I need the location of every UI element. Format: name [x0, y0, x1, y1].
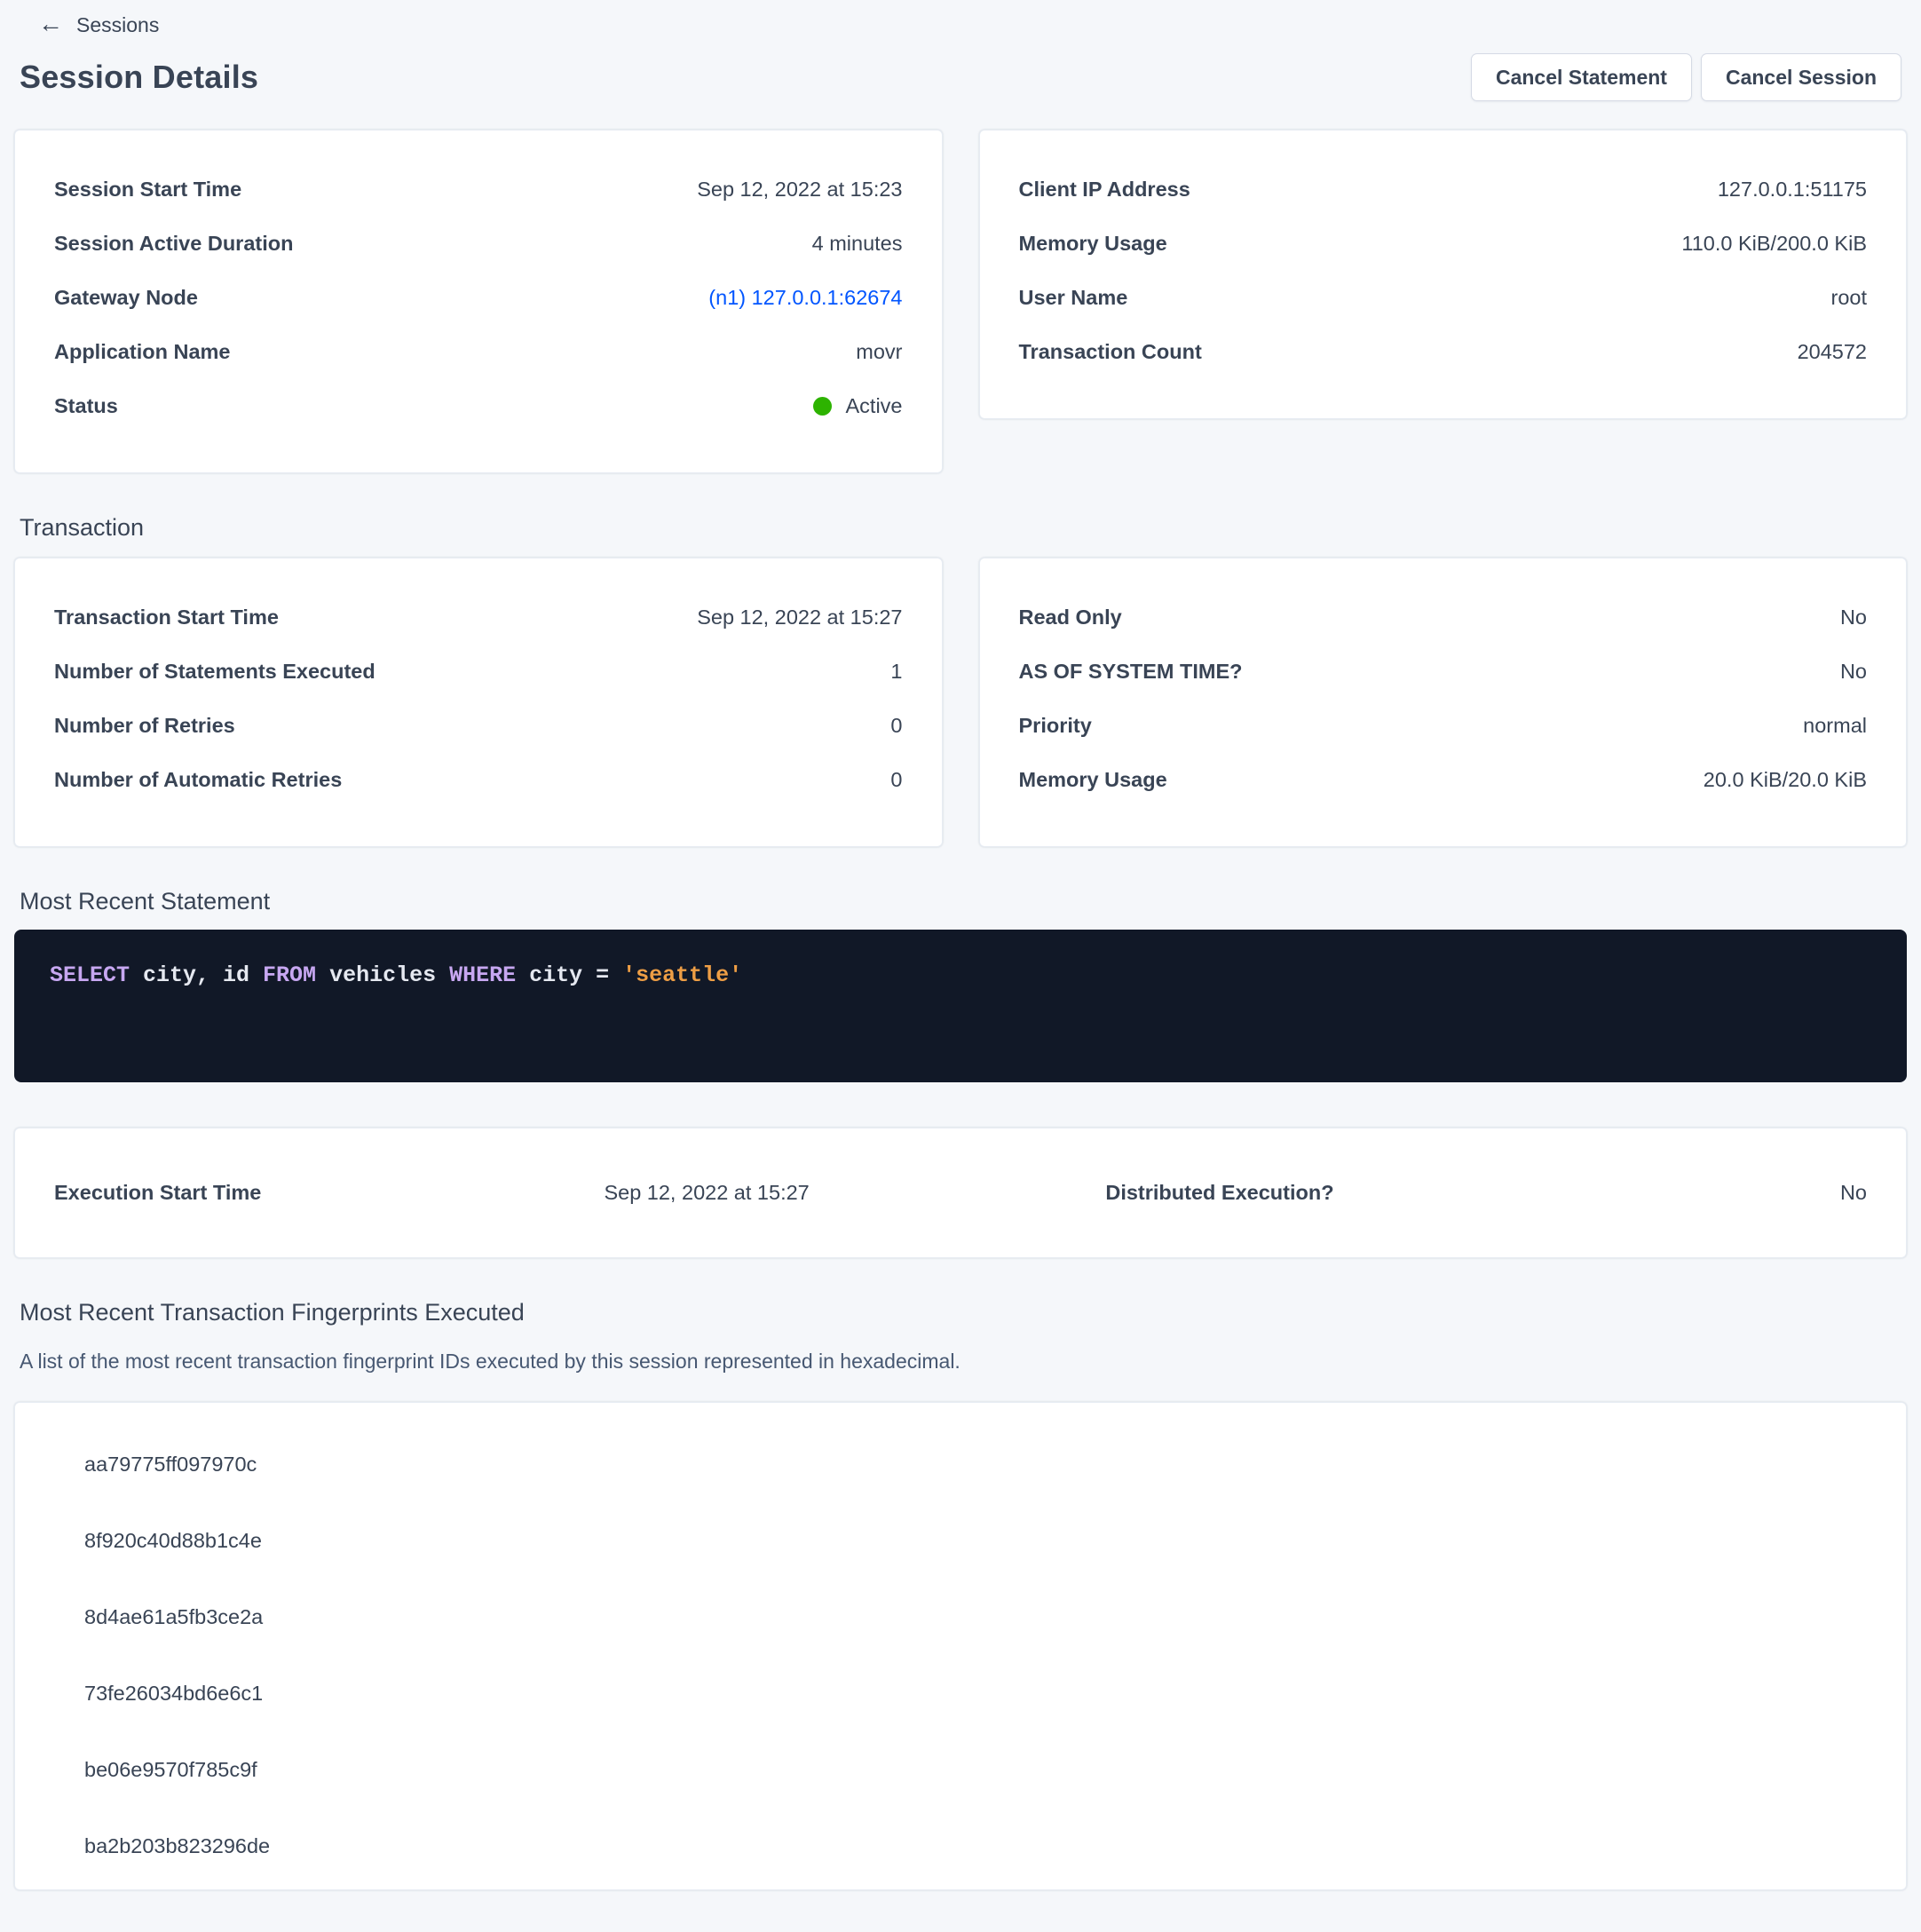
row-label: Number of Statements Executed: [54, 660, 376, 684]
transaction-section-heading: Transaction: [14, 514, 1907, 542]
row-label: Number of Retries: [54, 714, 235, 738]
row-label: Memory Usage: [1019, 232, 1167, 256]
row-label: AS OF SYSTEM TIME?: [1019, 660, 1243, 684]
user-name-row: User Name root: [1019, 271, 1868, 325]
client-ip-row: Client IP Address 127.0.0.1:51175: [1019, 162, 1868, 217]
status-badge: Active: [813, 394, 903, 418]
fingerprints-card: aa79775ff097970c 8f920c40d88b1c4e 8d4ae6…: [14, 1402, 1907, 1890]
fingerprint-item: 8d4ae61a5fb3ce2a: [84, 1579, 1867, 1655]
row-label: Client IP Address: [1019, 178, 1190, 202]
sql-text: city =: [516, 962, 622, 988]
read-only-row: Read Only No: [1019, 590, 1868, 645]
row-value: No: [1840, 606, 1867, 629]
row-value: 20.0 KiB/20.0 KiB: [1704, 768, 1867, 792]
transaction-count-row: Transaction Count 204572: [1019, 325, 1868, 379]
sql-statement-box: SELECT city, id FROM vehicles WHERE city…: [14, 930, 1907, 1082]
session-details-page: ← Sessions Session Details Cancel Statem…: [0, 0, 1921, 1932]
execution-start-time-label: Execution Start Time: [54, 1166, 580, 1220]
row-label: Transaction Count: [1019, 340, 1202, 364]
sql-keyword: FROM: [263, 962, 316, 988]
session-summary-section: Session Start Time Sep 12, 2022 at 15:23…: [14, 130, 1907, 473]
transaction-start-time-row: Transaction Start Time Sep 12, 2022 at 1…: [54, 590, 903, 645]
status-text: Active: [846, 394, 903, 418]
gateway-node-link[interactable]: (n1) 127.0.0.1:62674: [708, 286, 902, 310]
header-actions: Cancel Statement Cancel Session: [1471, 53, 1901, 101]
row-value: Sep 12, 2022 at 15:27: [697, 606, 902, 629]
back-arrow-icon: ←: [38, 12, 63, 36]
retries-row: Number of Retries 0: [54, 699, 903, 753]
fingerprints-description: A list of the most recent transaction fi…: [14, 1350, 1907, 1374]
page-title: Session Details: [20, 59, 258, 96]
row-value: 1: [890, 660, 902, 684]
sql-string-literal: 'seattle': [622, 962, 742, 988]
execution-start-time-value: Sep 12, 2022 at 15:27: [580, 1166, 834, 1220]
fingerprint-item: ba2b203b823296de: [84, 1808, 1867, 1884]
fingerprint-item: 73fe26034bd6e6c1: [84, 1655, 1867, 1731]
distributed-execution-label: Distributed Execution?: [1105, 1166, 1486, 1220]
transaction-memory-usage-row: Memory Usage 20.0 KiB/20.0 KiB: [1019, 753, 1868, 807]
spacer: [834, 1166, 1105, 1220]
session-start-time-row: Session Start Time Sep 12, 2022 at 15:23: [54, 162, 903, 217]
breadcrumb-label: Sessions: [76, 13, 159, 37]
row-value: 4 minutes: [812, 232, 903, 256]
distributed-execution-value: No: [1486, 1166, 1867, 1220]
most-recent-statement-heading: Most Recent Statement: [14, 888, 1907, 915]
row-label: Gateway Node: [54, 286, 198, 310]
row-value: 204572: [1798, 340, 1867, 364]
as-of-system-time-row: AS OF SYSTEM TIME? No: [1019, 645, 1868, 699]
memory-usage-row: Memory Usage 110.0 KiB/200.0 KiB: [1019, 217, 1868, 271]
page-header: Session Details Cancel Statement Cancel …: [14, 53, 1907, 101]
sql-keyword: SELECT: [50, 962, 130, 988]
priority-row: Priority normal: [1019, 699, 1868, 753]
sql-keyword: WHERE: [449, 962, 516, 988]
sql-text: vehicles: [316, 962, 449, 988]
sql-text: city, id: [130, 962, 263, 988]
row-label: Transaction Start Time: [54, 606, 279, 629]
back-to-sessions-link[interactable]: ← Sessions: [38, 12, 159, 37]
status-row: Status Active: [54, 379, 903, 433]
fingerprint-item: 8f920c40d88b1c4e: [84, 1502, 1867, 1579]
row-value: 127.0.0.1:51175: [1718, 178, 1867, 202]
row-label: Priority: [1019, 714, 1092, 738]
status-active-dot-icon: [813, 397, 832, 416]
session-details-card: Session Start Time Sep 12, 2022 at 15:23…: [14, 130, 943, 473]
cancel-session-button[interactable]: Cancel Session: [1701, 53, 1901, 101]
execution-summary-card: Execution Start Time Sep 12, 2022 at 15:…: [14, 1128, 1907, 1258]
row-label: Application Name: [54, 340, 230, 364]
row-label: User Name: [1019, 286, 1128, 310]
automatic-retries-row: Number of Automatic Retries 0: [54, 753, 903, 807]
fingerprint-item: be06e9570f785c9f: [84, 1731, 1867, 1808]
application-name-row: Application Name movr: [54, 325, 903, 379]
row-value: normal: [1803, 714, 1867, 738]
transaction-details-card: Transaction Start Time Sep 12, 2022 at 1…: [14, 558, 943, 847]
row-value: 0: [890, 714, 902, 738]
row-label: Session Start Time: [54, 178, 241, 202]
row-label: Memory Usage: [1019, 768, 1167, 792]
statements-executed-row: Number of Statements Executed 1: [54, 645, 903, 699]
row-value: 110.0 KiB/200.0 KiB: [1681, 232, 1867, 256]
row-value: Sep 12, 2022 at 15:23: [697, 178, 902, 202]
fingerprint-item: aa79775ff097970c: [84, 1426, 1867, 1502]
transaction-properties-card: Read Only No AS OF SYSTEM TIME? No Prior…: [979, 558, 1908, 847]
gateway-node-row: Gateway Node (n1) 127.0.0.1:62674: [54, 271, 903, 325]
row-value: movr: [856, 340, 902, 364]
fingerprints-heading: Most Recent Transaction Fingerprints Exe…: [14, 1299, 1907, 1326]
row-label: Session Active Duration: [54, 232, 293, 256]
transaction-section: Transaction Start Time Sep 12, 2022 at 1…: [14, 558, 1907, 847]
row-value: root: [1831, 286, 1868, 310]
cancel-statement-button[interactable]: Cancel Statement: [1471, 53, 1692, 101]
row-value: 0: [890, 768, 902, 792]
row-label: Read Only: [1019, 606, 1122, 629]
row-value: No: [1840, 660, 1867, 684]
client-details-card: Client IP Address 127.0.0.1:51175 Memory…: [979, 130, 1908, 419]
session-active-duration-row: Session Active Duration 4 minutes: [54, 217, 903, 271]
row-label: Number of Automatic Retries: [54, 768, 342, 792]
row-label: Status: [54, 394, 118, 418]
